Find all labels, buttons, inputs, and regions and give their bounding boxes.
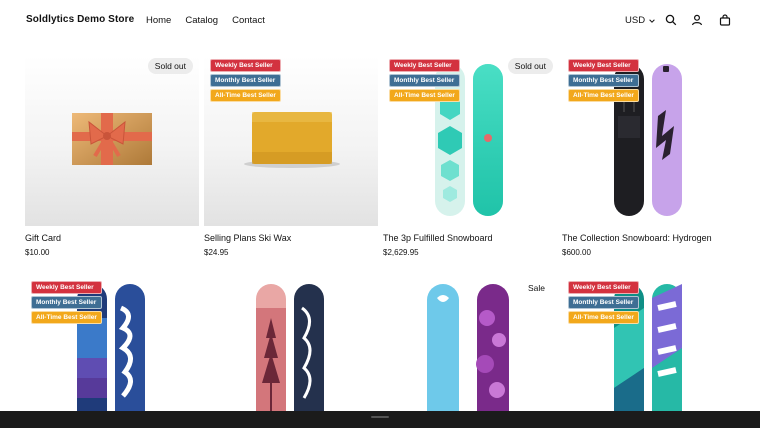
cart-icon[interactable] <box>718 13 732 27</box>
weekly-best-seller-tag: Weekly Best Seller <box>568 59 639 72</box>
monthly-best-seller-tag: Monthly Best Seller <box>568 74 639 87</box>
weekly-best-seller-tag: Weekly Best Seller <box>568 281 639 294</box>
monthly-best-seller-tag: Monthly Best Seller <box>568 296 639 309</box>
snowboard-image <box>427 284 509 428</box>
currency-value: USD <box>625 15 646 26</box>
monthly-best-seller-tag: Monthly Best Seller <box>31 296 102 309</box>
currency-selector[interactable]: USD <box>625 15 656 26</box>
product-title[interactable]: Gift Card <box>25 233 61 243</box>
product-price: $2,629.95 <box>383 248 419 257</box>
all-time-best-seller-tag: All-Time Best Seller <box>31 311 102 324</box>
product-image[interactable]: Weekly Best Seller Monthly Best Seller A… <box>25 278 199 428</box>
best-seller-tags: Weekly Best Seller Monthly Best Seller A… <box>568 59 639 102</box>
all-time-best-seller-tag: All-Time Best Seller <box>210 89 281 102</box>
product-image[interactable]: Weekly Best Seller Monthly Best Seller A… <box>204 56 378 226</box>
product-title[interactable]: The 3p Fulfilled Snowboard <box>383 233 493 243</box>
product-price: $10.00 <box>25 248 50 257</box>
nav-home[interactable]: Home <box>146 15 171 26</box>
nav-catalog[interactable]: Catalog <box>185 15 218 26</box>
product-title[interactable]: Selling Plans Ski Wax <box>204 233 291 243</box>
account-icon[interactable] <box>690 13 704 27</box>
sale-badge: Sale <box>527 283 545 293</box>
sold-out-badge: Sold out <box>507 58 553 74</box>
weekly-best-seller-tag: Weekly Best Seller <box>210 59 281 72</box>
drag-handle[interactable] <box>371 416 389 418</box>
best-seller-tags: Weekly Best Seller Monthly Best Seller A… <box>31 281 102 324</box>
product-image[interactable]: Sale <box>383 278 557 428</box>
weekly-best-seller-tag: Weekly Best Seller <box>389 59 460 72</box>
gift-card-image <box>72 113 152 165</box>
weekly-best-seller-tag: Weekly Best Seller <box>31 281 102 294</box>
best-seller-tags: Weekly Best Seller Monthly Best Seller A… <box>389 59 460 102</box>
best-seller-tags: Weekly Best Seller Monthly Best Seller A… <box>568 281 639 324</box>
main-nav: Home Catalog Contact <box>146 15 265 26</box>
site-header: Soldlytics Demo Store Home Catalog Conta… <box>0 0 760 42</box>
product-price: $24.95 <box>204 248 229 257</box>
chevron-down-icon <box>649 18 655 23</box>
search-icon[interactable] <box>664 13 678 27</box>
all-time-best-seller-tag: All-Time Best Seller <box>568 89 639 102</box>
sold-out-badge: Sold out <box>147 58 193 74</box>
product-image[interactable]: Weekly Best Seller Monthly Best Seller A… <box>383 56 557 226</box>
product-image[interactable]: Weekly Best Seller Monthly Best Seller A… <box>562 56 736 226</box>
all-time-best-seller-tag: All-Time Best Seller <box>389 89 460 102</box>
product-image[interactable] <box>204 278 378 428</box>
bottom-bar <box>0 411 760 428</box>
best-seller-tags: Weekly Best Seller Monthly Best Seller A… <box>210 59 281 102</box>
nav-contact[interactable]: Contact <box>232 15 265 26</box>
product-image[interactable]: Sold out <box>25 56 199 226</box>
product-title[interactable]: The Collection Snowboard: Hydrogen <box>562 233 712 243</box>
store-brand[interactable]: Soldlytics Demo Store <box>26 14 134 25</box>
product-image[interactable]: Weekly Best Seller Monthly Best Seller A… <box>562 278 736 428</box>
product-price: $600.00 <box>562 248 591 257</box>
snowboard-image <box>256 284 324 428</box>
monthly-best-seller-tag: Monthly Best Seller <box>210 74 281 87</box>
monthly-best-seller-tag: Monthly Best Seller <box>389 74 460 87</box>
all-time-best-seller-tag: All-Time Best Seller <box>568 311 639 324</box>
